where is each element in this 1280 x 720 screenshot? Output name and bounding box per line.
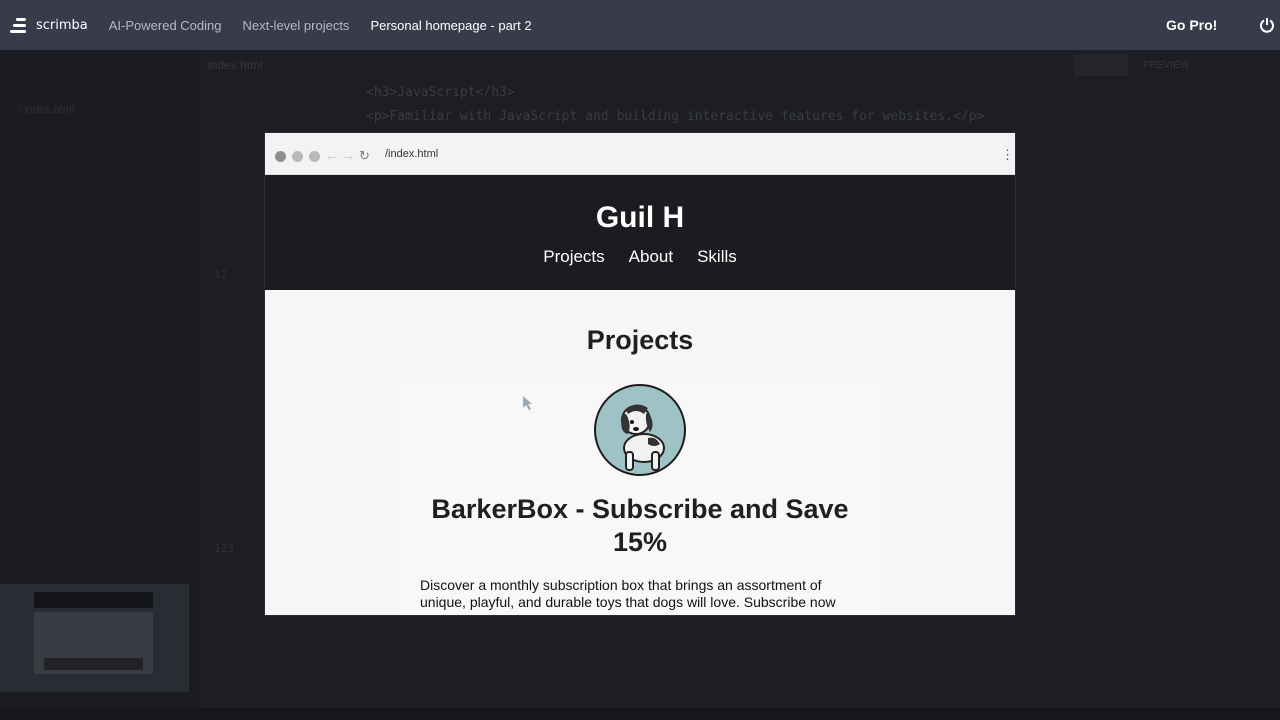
site-nav: Projects About Skills bbox=[265, 247, 1015, 267]
nav-link-projects[interactable]: Projects bbox=[543, 247, 604, 267]
window-dot-icon bbox=[275, 151, 286, 162]
editor-view-tab[interactable] bbox=[1074, 54, 1128, 76]
editor-tab[interactable]: index.html bbox=[208, 58, 263, 72]
reload-icon[interactable]: ↻ bbox=[359, 148, 370, 164]
browser-preview-window: ← → ↻ /index.html ⋮ Guil H Projects Abou… bbox=[265, 133, 1015, 615]
go-pro-button[interactable]: Go Pro! bbox=[1166, 17, 1217, 33]
nav-link-skills[interactable]: Skills bbox=[697, 247, 737, 267]
more-options-icon[interactable]: ⋮ bbox=[1001, 147, 1014, 163]
project-title: BarkerBox - Subscribe and Save 15% bbox=[431, 494, 849, 557]
browser-toolbar: ← → ↻ /index.html ⋮ bbox=[265, 133, 1015, 175]
nav-link-about[interactable]: About bbox=[629, 247, 673, 267]
section-title: Projects bbox=[586, 325, 694, 355]
sidebar-file-item[interactable]: / index.html bbox=[18, 104, 74, 116]
code-line: <p>Familiar with JavaScript and building… bbox=[366, 109, 985, 124]
console-tab[interactable] bbox=[1208, 54, 1268, 76]
site-title: Guil H bbox=[595, 201, 685, 234]
scrimba-logo-icon bbox=[10, 16, 28, 34]
site-header: Guil H Projects About Skills bbox=[265, 175, 1015, 290]
code-line: <h3>JavaScript</h3> bbox=[366, 85, 515, 100]
video-thumbnail[interactable] bbox=[0, 584, 189, 692]
scrimba-logo[interactable]: scrimba bbox=[10, 16, 88, 34]
power-icon[interactable] bbox=[1259, 17, 1275, 33]
address-bar[interactable]: /index.html bbox=[385, 148, 438, 160]
forward-arrow-icon[interactable]: → bbox=[341, 147, 355, 163]
dog-illustration-icon bbox=[594, 384, 686, 476]
top-nav-bar: scrimba AI-Powered Coding Next-level pro… bbox=[0, 0, 1280, 50]
project-description: Discover a monthly subscription box that… bbox=[420, 577, 836, 610]
breadcrumb-module[interactable]: Next-level projects bbox=[243, 18, 350, 33]
back-arrow-icon[interactable]: ← bbox=[325, 147, 339, 163]
brand-name: scrimba bbox=[36, 17, 88, 33]
breadcrumb-lesson[interactable]: Personal homepage - part 2 bbox=[370, 18, 531, 33]
window-dot-icon bbox=[292, 151, 303, 162]
line-number: 123 bbox=[214, 542, 234, 555]
mouse-cursor-icon bbox=[522, 395, 533, 411]
breadcrumb-course[interactable]: AI-Powered Coding bbox=[109, 18, 222, 33]
line-number: 12 bbox=[214, 268, 228, 281]
preview-tab[interactable]: PREVIEW bbox=[1134, 54, 1198, 76]
status-bar bbox=[0, 708, 1280, 720]
window-dot-icon bbox=[309, 151, 320, 162]
